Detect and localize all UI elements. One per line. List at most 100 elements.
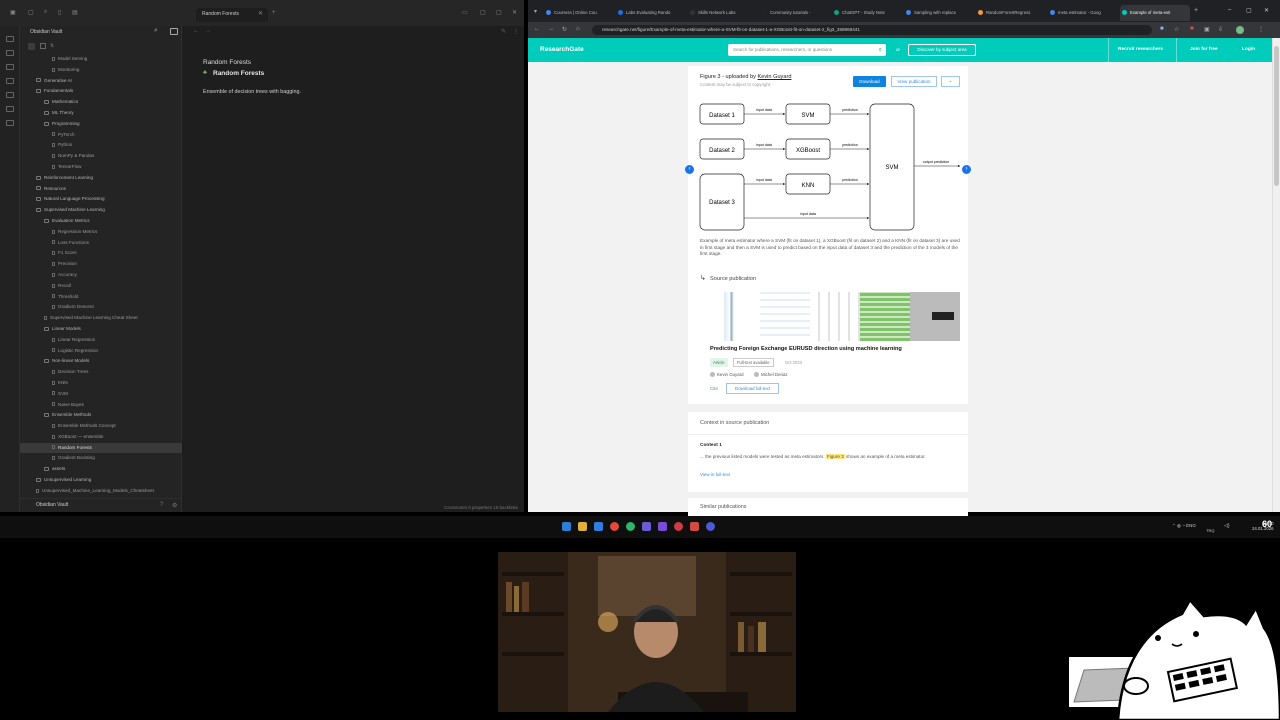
tree-file[interactable]: XGBoost — ensemble: [20, 432, 182, 443]
tree-file[interactable]: Unsupervised_Machine_Learning_Models_Che…: [20, 486, 182, 497]
tree-folder[interactable]: Mathematics: [20, 97, 182, 108]
view-fulltext-link[interactable]: View in full-text: [700, 472, 730, 477]
back-icon[interactable]: ←: [534, 26, 540, 32]
tree-file[interactable]: Ensemble Methods Concept: [20, 421, 182, 432]
tree-file[interactable]: Linear Regression: [20, 335, 182, 346]
tree-folder[interactable]: Natural Language Processing: [20, 194, 182, 205]
downloads-icon[interactable]: ⇩: [1218, 26, 1223, 33]
more-options-icon[interactable]: ⋮: [513, 28, 519, 35]
tree-file[interactable]: Decision Trees: [20, 367, 182, 378]
app-red-icon[interactable]: [674, 522, 683, 531]
tree-file[interactable]: Gradient Boosting: [20, 453, 182, 464]
tree-file[interactable]: Monitoring: [20, 65, 182, 76]
search-icon[interactable]: ⌕: [879, 44, 882, 56]
browser-tab[interactable]: Labs Evaluating Rando: [616, 5, 686, 21]
extensions-icon[interactable]: ■: [1160, 26, 1164, 32]
tree-file[interactable]: Loss Functions: [20, 238, 182, 249]
ribbon-daily-icon[interactable]: [6, 78, 14, 84]
tree-file[interactable]: Model Serving: [20, 54, 182, 65]
thumbnail-5[interactable]: [910, 292, 960, 341]
scrollbar-thumb[interactable]: [1274, 46, 1279, 186]
bookmark-icon[interactable]: ▯: [58, 9, 61, 16]
tree-file[interactable]: Recall: [20, 281, 182, 292]
thumbnail-4[interactable]: [860, 292, 910, 341]
tree-folder[interactable]: Evaluation Metrics: [20, 216, 182, 227]
vault-name[interactable]: Obsidian Vault: [30, 29, 62, 35]
reload-icon[interactable]: ↻: [562, 26, 567, 33]
more-dropdown-button[interactable]: ⌄: [941, 76, 960, 87]
ribbon-graph-icon[interactable]: [6, 50, 14, 56]
discord-icon[interactable]: [642, 522, 651, 531]
vault-switcher[interactable]: Obsidian Vault: [36, 502, 68, 508]
tree-file[interactable]: F1 Score: [20, 248, 182, 259]
maximize-icon[interactable]: ▢: [1246, 7, 1252, 14]
start-icon[interactable]: [562, 522, 571, 531]
tree-file[interactable]: Precision: [20, 259, 182, 270]
browser-tab[interactable]: Sampling with replace: [904, 5, 974, 21]
download-button[interactable]: Download: [853, 76, 886, 87]
discover-button[interactable]: Discover by subject area: [908, 44, 976, 56]
browser-tab[interactable]: RandomForestRegress: [976, 5, 1046, 21]
tree-folder[interactable]: Supervised Machine Learning: [20, 205, 182, 216]
tree-folder[interactable]: Ensemble Methods: [20, 410, 182, 421]
tree-file[interactable]: Gradient Descent: [20, 302, 182, 313]
login-link[interactable]: Login: [1242, 47, 1255, 52]
tree-folder[interactable]: Resources: [20, 184, 182, 195]
meta-estimator-diagram[interactable]: Dataset 1 Dataset 2 Dataset 3 SVM XGBoos…: [690, 102, 968, 234]
new-folder-icon[interactable]: [40, 43, 46, 49]
tree-file[interactable]: Logistic Regression: [20, 346, 182, 357]
extension-red-icon[interactable]: ■: [1190, 26, 1194, 32]
menu-icon[interactable]: ⋮: [1258, 26, 1264, 33]
bookmark-star-icon[interactable]: ☆: [1174, 26, 1179, 33]
address-bar[interactable]: researchgate.net/figure/Example-of-meta-…: [592, 25, 1152, 35]
back-arrow-icon[interactable]: ←: [193, 28, 199, 34]
view-publication-button[interactable]: View publication: [891, 76, 937, 87]
prev-figure-icon[interactable]: ‹: [685, 165, 694, 174]
ribbon-templates-icon[interactable]: [6, 92, 14, 98]
browser-tab[interactable]: meta estimator - Goog: [1048, 5, 1118, 21]
author-2[interactable]: Michel Deriaz: [754, 372, 788, 378]
browser-tab[interactable]: Example of meta-esti: [1120, 5, 1190, 21]
browser-tab[interactable]: Community tutorials -: [760, 5, 830, 21]
restore-icon[interactable]: ▢: [480, 9, 486, 16]
note-title[interactable]: Random Forests: [213, 70, 264, 77]
files-icon[interactable]: ▢: [28, 9, 34, 16]
paper-title[interactable]: Predicting Foreign Exchange EURUSD direc…: [710, 346, 902, 352]
tree-folder[interactable]: Programming: [20, 119, 182, 130]
rg-search-input[interactable]: Search for publications, researchers, or…: [728, 44, 886, 56]
new-tab-icon[interactable]: +: [1194, 7, 1198, 14]
ribbon-publish-icon[interactable]: [6, 120, 14, 126]
recruit-link[interactable]: Recruit researchers: [1118, 47, 1163, 52]
tree-file[interactable]: TensorFlow: [20, 162, 182, 173]
tree-folder[interactable]: Generative AI: [20, 76, 182, 87]
tree-folder[interactable]: Linear Models: [20, 324, 182, 335]
volume-icon[interactable]: ◁): [1224, 523, 1230, 529]
new-note-icon[interactable]: [28, 43, 35, 50]
mail-icon[interactable]: [594, 522, 603, 531]
figure-author-link[interactable]: Kevin Guyard: [758, 74, 792, 80]
thumbnail-1[interactable]: [710, 292, 760, 341]
thumbnail-2[interactable]: [760, 292, 810, 341]
forward-icon[interactable]: →: [548, 26, 554, 32]
tree-file[interactable]: PyTorch: [20, 130, 182, 141]
whatsapp-icon[interactable]: [626, 522, 635, 531]
ribbon-canvas-icon[interactable]: [6, 64, 14, 70]
search-icon[interactable]: ⌕: [44, 9, 47, 16]
file-explorer-icon[interactable]: [578, 522, 587, 531]
tree-file[interactable]: Random Forests: [20, 442, 182, 454]
chrome-icon[interactable]: [610, 522, 619, 531]
minimize-icon[interactable]: ‒: [1228, 7, 1231, 13]
browser-tab[interactable]: ChatGPT - Study Note: [832, 5, 902, 21]
ribbon-command-icon[interactable]: [6, 106, 14, 112]
tree-folder[interactable]: Reinforcement Learning: [20, 173, 182, 184]
help-icon[interactable]: ?: [160, 502, 163, 508]
app-icon[interactable]: [690, 522, 699, 531]
ribbon-open-icon[interactable]: [6, 36, 14, 42]
tree-folder[interactable]: Non-linear Models: [20, 356, 182, 367]
tree-folder[interactable]: Unsupervised Learning: [20, 475, 182, 486]
next-figure-icon[interactable]: ›: [962, 165, 971, 174]
tree-folder[interactable]: Fundamentals: [20, 86, 182, 97]
close-window-icon[interactable]: ✕: [512, 9, 517, 16]
publication-thumbnails[interactable]: [710, 292, 960, 341]
join-link[interactable]: Join for free: [1190, 47, 1218, 52]
